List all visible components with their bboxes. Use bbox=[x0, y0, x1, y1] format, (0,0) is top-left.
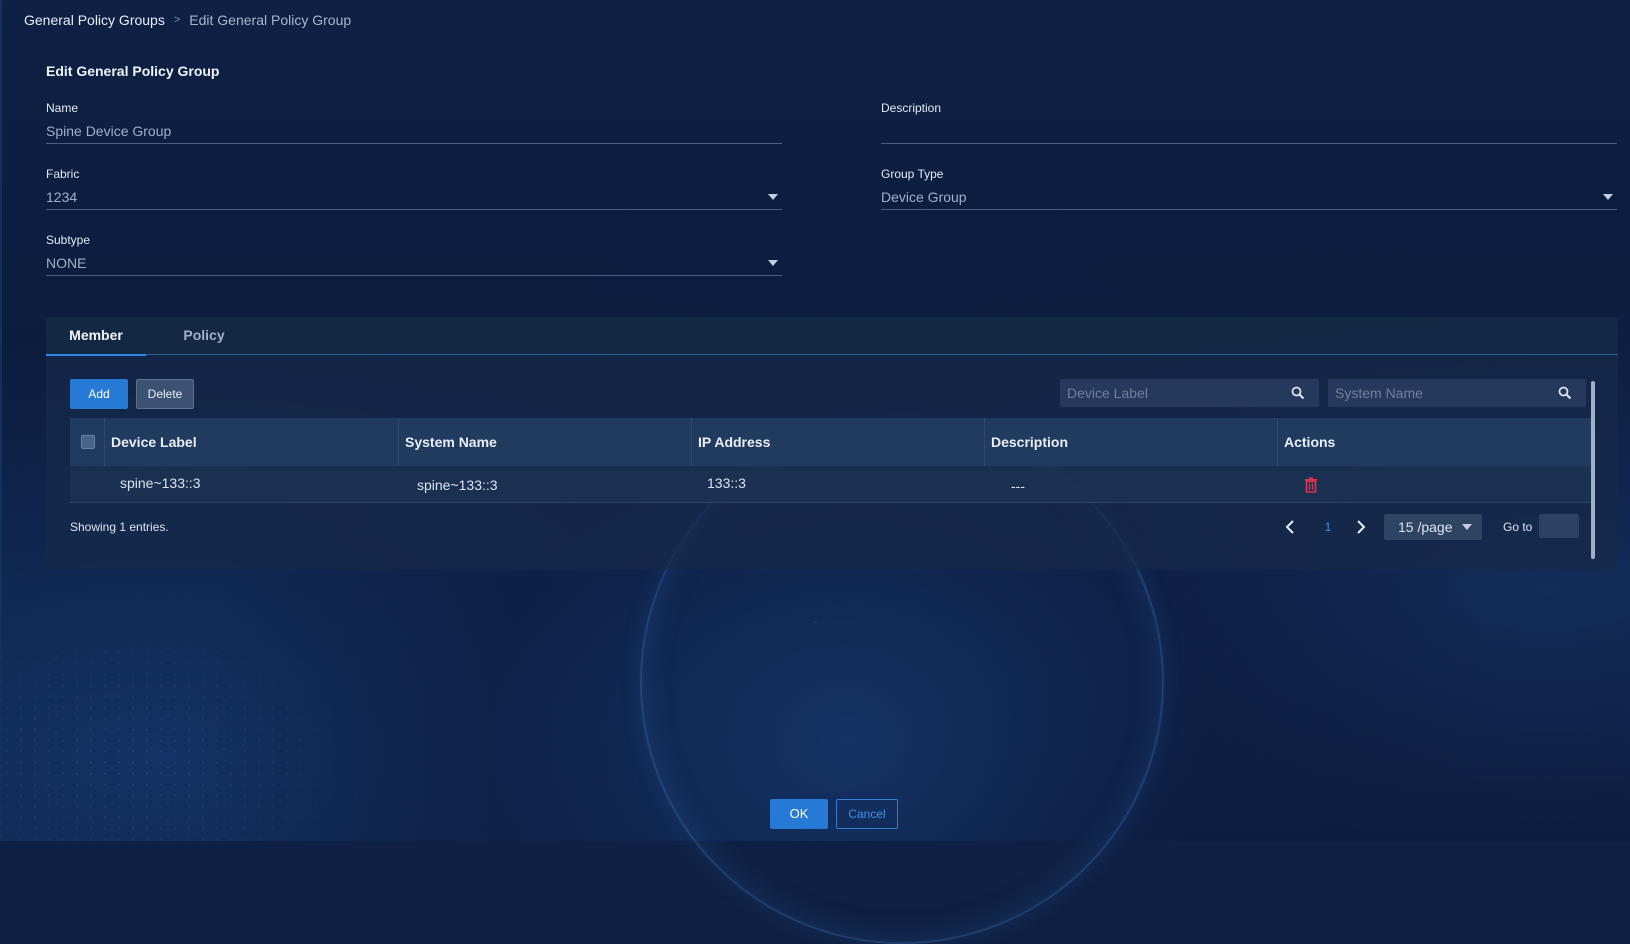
cell-actions bbox=[1278, 466, 1591, 502]
left-edge-accent bbox=[0, 0, 2, 841]
description-label: Description bbox=[881, 101, 942, 115]
table-row[interactable]: spine~133::3 spine~133::3 133::3 --- bbox=[70, 466, 1591, 503]
system-name-search bbox=[1328, 379, 1586, 407]
name-label: Name bbox=[46, 101, 79, 115]
device-label-search bbox=[1060, 379, 1319, 407]
background-starfield bbox=[0, 581, 420, 841]
system-name-search-input[interactable] bbox=[1328, 379, 1552, 407]
column-header-device-label[interactable]: Device Label bbox=[105, 418, 399, 466]
subtype-value: NONE bbox=[46, 255, 87, 271]
page-size-value: 15 /page bbox=[1398, 519, 1453, 535]
cell-device-label: spine~133::3 bbox=[120, 475, 201, 491]
search-icon[interactable] bbox=[1291, 386, 1305, 400]
description-input[interactable] bbox=[881, 121, 1617, 144]
chevron-down-icon bbox=[768, 260, 778, 266]
cell-ip-address: 133::3 bbox=[707, 475, 746, 491]
group-type-label: Group Type bbox=[881, 167, 944, 181]
goto-page-input[interactable] bbox=[1539, 514, 1579, 538]
chevron-down-icon bbox=[1462, 524, 1472, 530]
ok-button[interactable]: OK bbox=[770, 799, 828, 829]
column-header-actions: Actions bbox=[1284, 434, 1336, 450]
goto-label: Go to bbox=[1503, 520, 1533, 534]
group-type-select[interactable]: Device Group bbox=[881, 187, 1617, 210]
fabric-label: Fabric bbox=[46, 167, 80, 181]
fabric-select[interactable]: 1234 bbox=[46, 187, 782, 210]
column-header-ip-address[interactable]: IP Address bbox=[692, 418, 985, 466]
column-header-system-name[interactable]: System Name bbox=[399, 418, 692, 466]
page-number-current[interactable]: 1 bbox=[1318, 513, 1338, 541]
breadcrumb-link-general-policy-groups[interactable]: General Policy Groups bbox=[24, 12, 165, 28]
breadcrumb: General Policy Groups > Edit General Pol… bbox=[24, 12, 351, 28]
chevron-right-icon[interactable] bbox=[1351, 513, 1369, 541]
member-policy-panel: Member Policy Add Delete Device Label Sy… bbox=[46, 317, 1618, 570]
cell-system-name: spine~133::3 bbox=[417, 477, 498, 493]
select-all-checkbox[interactable] bbox=[81, 435, 95, 449]
subtype-label: Subtype bbox=[46, 233, 91, 247]
name-field: Name Spine Device Group bbox=[46, 101, 782, 144]
group-type-field: Group Type Device Group bbox=[881, 167, 1617, 210]
description-field: Description bbox=[881, 101, 1617, 144]
fabric-field: Fabric 1234 bbox=[46, 167, 782, 210]
column-header-description[interactable]: Description bbox=[985, 418, 1278, 466]
table-header: Device Label System Name IP Address Desc… bbox=[70, 418, 1591, 466]
breadcrumb-current: Edit General Policy Group bbox=[189, 12, 352, 28]
cell-description: --- bbox=[1011, 478, 1025, 494]
tab-policy[interactable]: Policy bbox=[154, 317, 254, 354]
subtype-select[interactable]: NONE bbox=[46, 253, 782, 276]
subtype-field: Subtype NONE bbox=[46, 233, 782, 276]
name-input[interactable]: Spine Device Group bbox=[46, 121, 782, 144]
add-button[interactable]: Add bbox=[70, 379, 128, 409]
cancel-button[interactable]: Cancel bbox=[836, 799, 898, 829]
table-scrollbar[interactable] bbox=[1591, 381, 1595, 559]
group-type-value: Device Group bbox=[881, 189, 967, 205]
tab-member[interactable]: Member bbox=[46, 317, 146, 356]
breadcrumb-separator: > bbox=[173, 14, 181, 26]
tab-bar: Member Policy bbox=[46, 317, 1618, 356]
page-size-select[interactable]: 15 /page bbox=[1384, 514, 1482, 540]
search-icon[interactable] bbox=[1558, 386, 1572, 400]
device-label-search-input[interactable] bbox=[1060, 379, 1284, 407]
entries-count: Showing 1 entries. bbox=[70, 520, 169, 534]
delete-button[interactable]: Delete bbox=[136, 379, 194, 409]
chevron-down-icon bbox=[1603, 194, 1613, 200]
row-select-cell bbox=[70, 466, 105, 502]
fabric-value: 1234 bbox=[46, 189, 78, 205]
chevron-down-icon bbox=[768, 194, 778, 200]
header-select-cell bbox=[70, 418, 105, 466]
trash-icon[interactable] bbox=[1304, 477, 1318, 493]
chevron-left-icon[interactable] bbox=[1282, 513, 1300, 541]
page-title: Edit General Policy Group bbox=[46, 63, 220, 79]
member-table: Device Label System Name IP Address Desc… bbox=[70, 418, 1591, 503]
